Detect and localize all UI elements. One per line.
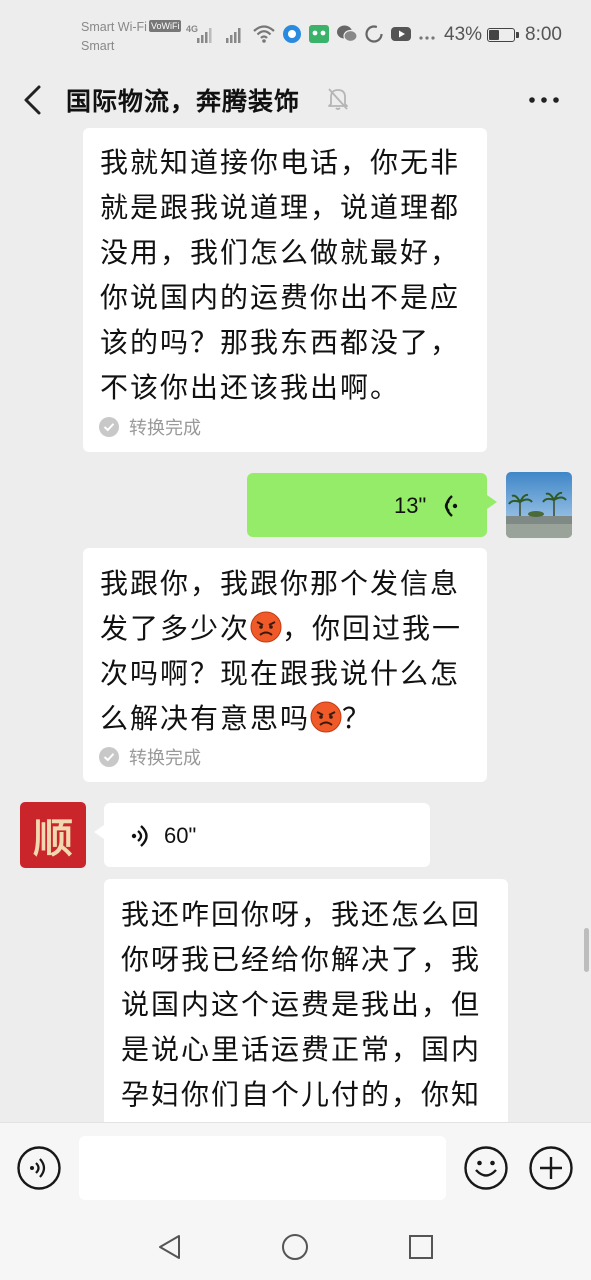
battery-icon <box>487 28 519 42</box>
status-text: 转换完成 <box>129 418 201 439</box>
transcript-status: 转换完成 <box>99 744 201 770</box>
emoji-icon <box>464 1146 508 1190</box>
voice-input-icon <box>17 1146 61 1190</box>
transcript-bubble[interactable]: 我就知道接你电话，你无非 就是跟我说道理，说道理都 没用，我们怎么做就最好， 你… <box>83 128 487 452</box>
status-bar: Smart Wi-Fi VoWiFi Smart 4G 43% 8:00 <box>0 0 591 72</box>
back-button[interactable] <box>20 84 48 116</box>
more-button[interactable] <box>527 86 561 114</box>
input-bar <box>0 1122 591 1215</box>
contact-avatar[interactable]: 顺 <box>20 802 86 868</box>
clock: 8:00 <box>525 24 562 45</box>
battery-percent: 43% <box>444 24 483 45</box>
wifi-icon <box>252 24 276 48</box>
loading-circle-icon <box>364 24 384 48</box>
avatar-image <box>506 472 572 538</box>
bell-off-icon <box>326 86 350 116</box>
transcript-text: 我还咋回你呀，我还怎么回 你呀我已经给你解决了，我 说国内这个运费是我出，但 是… <box>121 898 482 1111</box>
vowifi-badge: VoWiFi <box>148 20 182 32</box>
transcript-text: 我就知道接你电话，你无非 就是跟我说道理，说道理都 没用，我们怎么做就最好， 你… <box>100 146 461 404</box>
nav-recents-button[interactable] <box>406 1232 436 1262</box>
app-notification-icon <box>282 24 302 48</box>
battery-fill <box>489 30 499 40</box>
voice-message-bubble[interactable]: 60" <box>94 803 430 867</box>
nav-recents-icon <box>409 1235 433 1259</box>
network-type-label: 4G <box>186 24 198 34</box>
emoji-button[interactable] <box>463 1145 509 1191</box>
my-avatar[interactable] <box>506 472 572 538</box>
voice-wave-icon <box>437 493 459 523</box>
status-icons: 4G <box>186 22 436 50</box>
message-input[interactable] <box>79 1136 446 1200</box>
more-dots-icon <box>529 97 559 103</box>
angry-face-icon <box>250 611 282 643</box>
signal-4g-icon: 4G <box>186 22 218 50</box>
chat-messages[interactable]: 我就知道接你电话，你无非 就是跟我说道理，说道理都 没用，我们怎么做就最好， 你… <box>0 128 591 1122</box>
carrier-line1: Smart Wi-Fi <box>81 20 147 34</box>
nav-home-icon <box>282 1234 308 1260</box>
more-functions-button[interactable] <box>528 1145 574 1191</box>
signal-icon <box>224 22 246 50</box>
transcript-status: 转换完成 <box>99 414 201 440</box>
transcript-text: 我跟你，我跟你那个发信息 发了多少次 ，你回过我一 次吗啊？现在跟我说什么怎 么解… <box>100 561 480 741</box>
nav-back-button[interactable] <box>155 1232 185 1262</box>
transcript-part: ？ <box>342 702 373 735</box>
carrier-info: Smart Wi-Fi VoWiFi Smart <box>81 18 182 56</box>
carrier-line2: Smart <box>81 39 115 53</box>
voice-input-button[interactable] <box>16 1145 62 1191</box>
nav-back-icon <box>159 1235 180 1259</box>
scrollbar[interactable] <box>584 928 589 972</box>
voice-message-bubble[interactable]: 13" <box>247 473 497 537</box>
voice-wave-icon <box>130 823 152 853</box>
transcript-bubble[interactable]: 我跟你，我跟你那个发信息 发了多少次 ，你回过我一 次吗啊？现在跟我说什么怎 么解… <box>83 548 487 782</box>
voice-duration: 13" <box>394 493 427 518</box>
video-app-icon <box>390 25 412 47</box>
app-chat-icon <box>308 24 330 48</box>
wechat-icon <box>336 24 358 48</box>
check-circle-icon <box>99 417 119 437</box>
more-notifications-icon <box>418 27 436 46</box>
system-nav-bar <box>0 1214 591 1280</box>
chat-header: 国际物流，奔腾装饰 <box>0 72 591 128</box>
voice-duration: 60" <box>164 823 197 848</box>
check-circle-icon <box>99 747 119 767</box>
avatar-text: 顺 <box>33 815 73 862</box>
plus-circle-icon <box>529 1146 573 1190</box>
nav-home-button[interactable] <box>280 1232 310 1262</box>
angry-face-icon <box>310 701 342 733</box>
transcript-bubble[interactable]: 我还咋回你呀，我还怎么回 你呀我已经给你解决了，我 说国内这个运费是我出，但 是… <box>104 879 508 1122</box>
chat-title: 国际物流，奔腾装饰 <box>66 87 301 116</box>
chevron-left-icon <box>24 85 41 115</box>
status-text: 转换完成 <box>129 748 201 769</box>
